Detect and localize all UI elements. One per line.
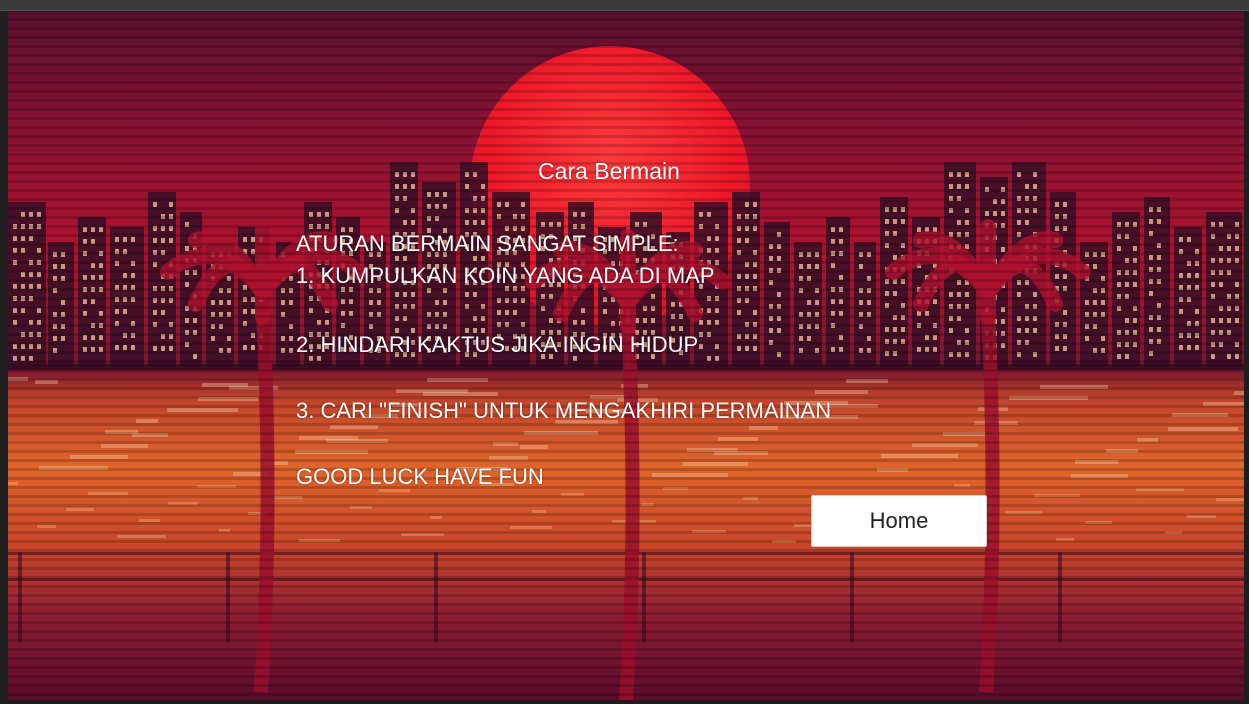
game-window: Cara Bermain ATURAN BERMAIN SANGAT SIMPL… xyxy=(0,0,1249,704)
rule-3-text: 3. CARI "FINISH" UNTUK MENGAKHIRI PERMAI… xyxy=(296,398,832,423)
rule-2-text: 2. HINDARI KAKTUS JIKA INGIN HIDUP xyxy=(296,332,699,357)
rules-intro-text: ATURAN BERMAIN SANGAT SIMPLE: xyxy=(296,231,679,256)
rule-1-text: 1. KUMPULKAN KOIN YANG ADA DI MAP xyxy=(296,263,715,288)
game-viewport: Cara Bermain ATURAN BERMAIN SANGAT SIMPL… xyxy=(8,12,1244,700)
window-top-bar xyxy=(0,0,1249,11)
home-button[interactable]: Home xyxy=(811,495,987,547)
closing-text: GOOD LUCK HAVE FUN xyxy=(296,464,544,489)
page-title: Cara Bermain xyxy=(538,158,680,184)
